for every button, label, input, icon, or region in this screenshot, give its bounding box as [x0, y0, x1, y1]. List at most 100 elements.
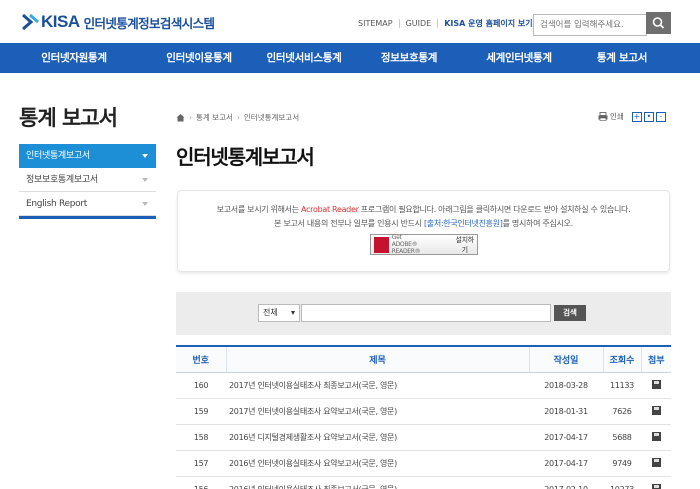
row-views: 5688: [603, 424, 641, 451]
row-no: 159: [176, 398, 226, 425]
breadcrumb-item[interactable]: 통계 보고서: [196, 112, 233, 123]
row-views: 9749: [603, 450, 641, 477]
kisa-home-link[interactable]: KISA 운영 홈페이지 보기: [444, 18, 532, 29]
row-date: 2017-02-10: [529, 476, 603, 489]
row-date: 2017-04-17: [529, 424, 603, 451]
print-icon[interactable]: [598, 112, 608, 121]
row-title-link[interactable]: 2016년 디지털경제생활조사 요약보고서(국문, 영문): [226, 424, 529, 451]
zoom-in-button[interactable]: +: [631, 111, 642, 122]
breadcrumb: › 통계 보고서 › 인터넷통계보고서: [176, 112, 299, 123]
logo[interactable]: KISA 인터넷통계정보검색시스템: [20, 12, 215, 32]
col-header-attachment: 첨부: [640, 345, 671, 373]
row-no: 160: [176, 372, 226, 399]
row-views: 7626: [603, 398, 641, 425]
col-header-no: 번호: [176, 345, 226, 373]
search-input[interactable]: [533, 14, 647, 36]
acrobat-install-label: 설치하기: [455, 235, 475, 254]
row-views: 11133: [603, 372, 641, 399]
sidebar-item-label: 인터넷통계보고서: [26, 151, 90, 161]
save-icon[interactable]: [651, 483, 661, 489]
divider: [398, 19, 400, 28]
breadcrumb-separator: ›: [236, 113, 240, 122]
page-tools: 인쇄 + • -: [598, 111, 666, 122]
home-icon[interactable]: [176, 113, 185, 122]
nav-internet-resources[interactable]: 인터넷자원통계: [0, 43, 148, 73]
row-attachment: [641, 476, 671, 489]
util-links: SITEMAP GUIDE KISA 운영 홈페이지 보기 +: [358, 18, 544, 29]
save-icon[interactable]: [651, 379, 661, 389]
sitemap-link[interactable]: SITEMAP: [358, 19, 393, 28]
zoom-out-button[interactable]: -: [655, 111, 666, 122]
chevron-down-icon: [142, 202, 148, 206]
row-title-link[interactable]: 2017년 인터넷이용실태조사 최종보고서(국문, 영문): [226, 372, 529, 399]
col-header-date: 작성일: [528, 345, 603, 373]
header-search: [533, 12, 671, 36]
header: KISA 인터넷통계정보검색시스템 SITEMAP GUIDE KISA 운영 …: [0, 0, 700, 43]
row-attachment: [641, 372, 671, 399]
logo-text: KISA: [41, 12, 80, 31]
nav-world-internet[interactable]: 세계인터넷통계: [460, 43, 578, 73]
divider: [437, 19, 439, 28]
acrobat-download-button[interactable]: Get ADOBE® READER® 설치하기: [369, 234, 478, 255]
search-icon: [652, 17, 665, 29]
col-header-views: 조회수: [602, 345, 641, 373]
table-row: 156 2016년 인터넷이용실태조사 최종보고서(국문, 영문) 2017-0…: [176, 476, 671, 489]
sidebar-title: 통계 보고서: [19, 106, 118, 130]
breadcrumb-separator: ›: [189, 113, 192, 122]
report-search-area: 전체 검색: [176, 292, 671, 335]
row-date: 2017-04-17: [529, 450, 603, 477]
report-table: 번호 제목 작성일 조회수 첨부 160 2017년 인터넷이용실태조사 최종보…: [176, 345, 671, 489]
acrobat-get-label: Get ADOBE® READER®: [391, 234, 421, 255]
search-button[interactable]: [646, 12, 671, 34]
report-search-button[interactable]: 검색: [554, 305, 586, 321]
row-attachment: [641, 450, 671, 477]
sidebar-item-security-report[interactable]: 정보보호통계보고서: [19, 168, 156, 192]
chevron-down-icon: [142, 178, 148, 182]
page-title: 인터넷통계보고서: [176, 145, 315, 169]
save-icon[interactable]: [651, 457, 661, 467]
chevron-down-icon: [142, 154, 148, 158]
nav-info-security[interactable]: 정보보호통계: [358, 43, 460, 73]
notice-line-1: 보고서를 보시기 위해서는 Acrobat Reader 프로그램이 필요합니다…: [216, 205, 631, 214]
row-title-link[interactable]: 2016년 인터넷이용실태조사 요약보고서(국문, 영문): [226, 450, 529, 477]
row-date: 2018-01-31: [529, 398, 603, 425]
sidebar-item-label: 정보보호통계보고서: [26, 175, 98, 185]
acrobat-notice: 보고서를 보시기 위해서는 Acrobat Reader 프로그램이 필요합니다…: [177, 190, 670, 272]
row-attachment: [641, 424, 671, 451]
table-header-row: 번호 제목 작성일 조회수 첨부: [176, 345, 671, 373]
guide-link[interactable]: GUIDE: [406, 19, 432, 28]
site-title: 인터넷통계정보검색시스템: [83, 15, 215, 31]
nav-internet-usage[interactable]: 인터넷이용통계: [148, 43, 250, 73]
save-icon[interactable]: [651, 405, 661, 415]
col-header-title: 제목: [225, 345, 529, 373]
row-title-link[interactable]: 2017년 인터넷이용실태조사 요약보고서(국문, 영문): [226, 398, 529, 425]
row-no: 156: [176, 476, 226, 489]
table-row: 160 2017년 인터넷이용실태조사 최종보고서(국문, 영문) 2018-0…: [176, 372, 671, 399]
sidebar-item-english-report[interactable]: English Report: [19, 192, 156, 216]
save-icon[interactable]: [651, 431, 661, 441]
main-nav: 인터넷자원통계 인터넷이용통계 인터넷서비스통계 정보보호통계 세계인터넷통계 …: [0, 43, 700, 73]
sidebar-item-label: English Report: [26, 199, 87, 209]
nav-internet-services[interactable]: 인터넷서비스통계: [250, 43, 358, 73]
kisa-logo-icon: [22, 13, 39, 31]
search-category-select[interactable]: 전체: [258, 304, 300, 322]
table-row: 158 2016년 디지털경제생활조사 요약보고서(국문, 영문) 2017-0…: [176, 424, 671, 451]
table-row: 159 2017년 인터넷이용실태조사 요약보고서(국문, 영문) 2018-0…: [176, 398, 671, 425]
sidebar-bottom-bar: [19, 216, 156, 219]
zoom-reset-button[interactable]: •: [643, 111, 654, 122]
row-title-link[interactable]: 2016년 인터넷이용실태조사 최종보고서(국문, 영문): [226, 476, 529, 489]
acrobat-logo-icon: [373, 236, 389, 253]
breadcrumb-item[interactable]: 인터넷통계보고서: [244, 112, 299, 123]
row-views: 10273: [603, 476, 641, 489]
sidebar-menu: 인터넷통계보고서 정보보호통계보고서 English Report: [19, 144, 156, 219]
chevron-down-icon: [291, 311, 295, 315]
row-no: 158: [176, 424, 226, 451]
table-row: 157 2016년 인터넷이용실태조사 요약보고서(국문, 영문) 2017-0…: [176, 450, 671, 477]
notice-line-2: 본 보고서 내용의 전부나 일부를 인용시 반드시 [출처:한국인터넷진흥원]를…: [274, 219, 573, 228]
report-search-input[interactable]: [301, 304, 551, 322]
sidebar-item-internet-report[interactable]: 인터넷통계보고서: [19, 144, 156, 168]
print-label[interactable]: 인쇄: [610, 111, 624, 122]
nav-reports[interactable]: 통계 보고서: [578, 43, 666, 73]
row-attachment: [641, 398, 671, 425]
row-no: 157: [176, 450, 226, 477]
